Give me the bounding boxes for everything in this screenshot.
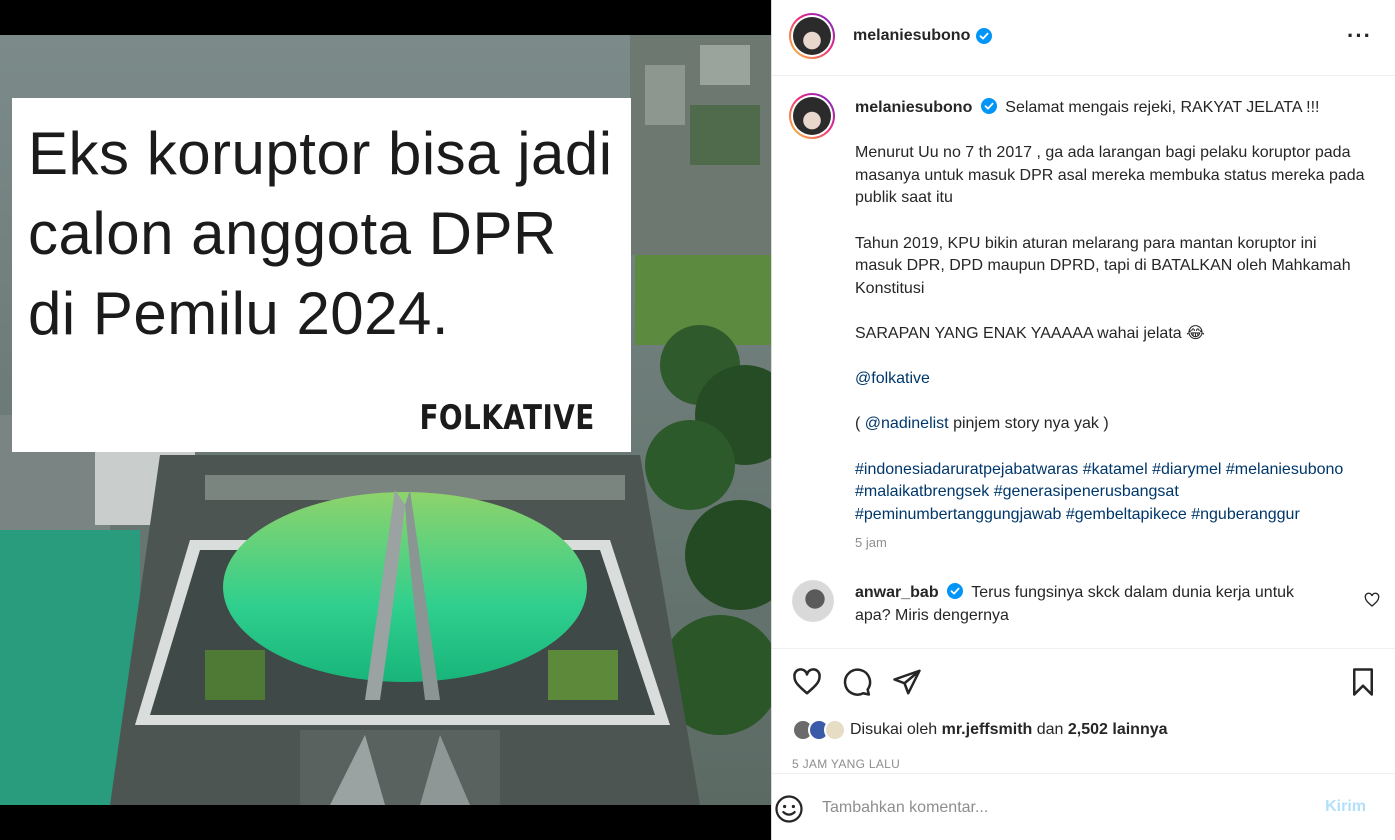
save-bookmark-icon[interactable] [1348, 667, 1378, 697]
post-timestamp[interactable]: 5 JAM YANG LALU [792, 757, 900, 771]
caption-first-line: Selamat mengais rejeki, RAKYAT JELATA !!… [1005, 99, 1320, 116]
header-username-link[interactable]: melaniesubono [853, 27, 970, 45]
caption-avatar[interactable] [789, 93, 835, 139]
like-comment-heart-icon[interactable] [1364, 592, 1380, 608]
caption-text: pinjem story nya yak ) [948, 415, 1109, 433]
comment-input[interactable] [822, 796, 1292, 820]
commenter-avatar[interactable] [792, 580, 834, 622]
add-comment-bar: Kirim [772, 773, 1395, 840]
likes-middle: dan [1036, 721, 1064, 738]
post-header: melaniesubono ··· [772, 0, 1395, 76]
post-caption: melaniesubono Selamat mengais rejeki, RA… [855, 97, 1365, 555]
comment-text-block: anwar_bab Terus fungsinya skck dalam dun… [855, 581, 1325, 627]
verified-badge-icon [976, 28, 993, 44]
headline-card: Eks koruptor bisa jadi calon anggota DPR… [12, 98, 631, 452]
likes-prefix: Disukai oleh [850, 721, 938, 738]
share-send-icon[interactable] [892, 667, 922, 697]
emoji-picker-icon[interactable] [774, 794, 804, 824]
caption-paragraph: Menurut Uu no 7 th 2017 , ga ada laranga… [855, 144, 1365, 207]
likes-count-link[interactable]: 2,502 lainnya [1068, 721, 1168, 739]
post-media: Eks koruptor bisa jadi calon anggota DPR… [0, 0, 771, 840]
caption-username-link[interactable]: melaniesubono [855, 99, 972, 116]
post-photo[interactable]: Eks koruptor bisa jadi calon anggota DPR… [0, 35, 771, 805]
liker-avatars [792, 719, 846, 741]
mention-link[interactable]: @folkative [855, 370, 930, 387]
headline-text: Eks koruptor bisa jadi calon anggota DPR… [28, 120, 613, 347]
hashtags[interactable]: #indonesiadaruratpejabatwaras #katamel #… [855, 459, 1365, 527]
post-actions: Disukai oleh mr.jeffsmith dan 2,502 lain… [772, 648, 1395, 773]
more-options-icon[interactable]: ··· [1347, 25, 1372, 47]
liker-username-link[interactable]: mr.jeffsmith [942, 721, 1033, 739]
caption-paragraph: SARAPAN YANG ENAK YAAAAA wahai jelata 😂 [855, 324, 1205, 342]
comment-bubble-icon[interactable] [842, 667, 872, 697]
verified-badge-icon [947, 583, 964, 599]
verified-badge-icon [980, 98, 997, 114]
commenter-username-link[interactable]: anwar_bab [855, 584, 939, 601]
header-user: melaniesubono [853, 27, 993, 45]
post-comment-button[interactable]: Kirim [1325, 798, 1366, 816]
caption-paragraph: Tahun 2019, KPU bikin aturan melarang pa… [855, 234, 1351, 297]
comment-item: anwar_bab Terus fungsinya skck dalam dun… [772, 577, 1395, 647]
post-details-panel: melaniesubono ··· melaniesubono Selamat … [771, 0, 1395, 840]
caption-text: ( [855, 415, 865, 433]
like-heart-icon[interactable] [792, 667, 822, 697]
comments-list[interactable]: melaniesubono Selamat mengais rejeki, RA… [772, 77, 1395, 648]
caption-timestamp[interactable]: 5 jam [855, 532, 1365, 555]
avatar[interactable] [789, 13, 835, 59]
brand-logo-text: FOLKATIVE [419, 398, 595, 438]
mention-link[interactable]: @nadinelist [865, 415, 949, 432]
likes-summary[interactable]: Disukai oleh mr.jeffsmith dan 2,502 lain… [792, 719, 1168, 741]
